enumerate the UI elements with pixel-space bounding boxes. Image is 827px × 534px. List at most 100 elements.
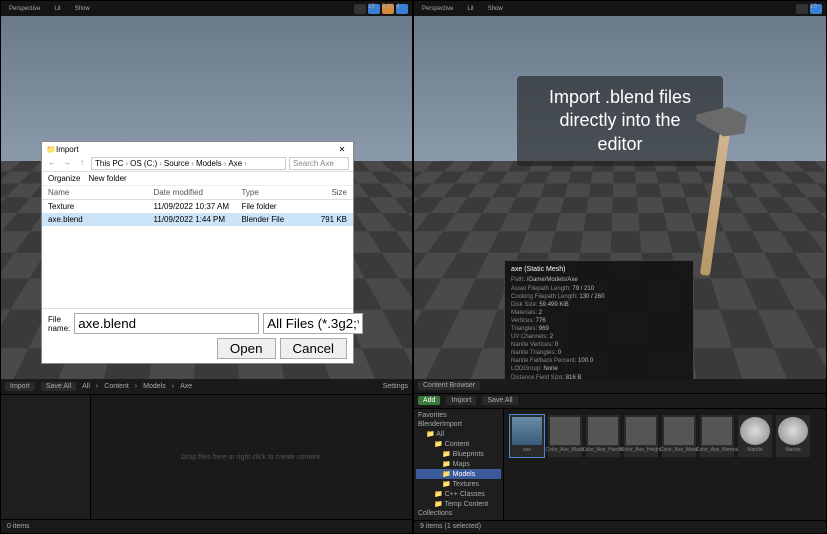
tooltip-row: Nanite Triangles: 0: [511, 349, 687, 357]
tooltip-row: Distance Field Size: 816 B: [511, 374, 687, 379]
import-file-dialog: 📁 Import ✕ ← → ↑ This PC› OS (C:)› Sourc…: [41, 141, 354, 364]
toolbar-right-chips: 10 0.20 4: [354, 4, 408, 14]
file-list: Name Date modified Type Size Texture 11/…: [42, 186, 353, 308]
crumb[interactable]: All: [82, 383, 90, 390]
filetype-filter[interactable]: [263, 313, 363, 334]
filename-label: File name:: [48, 315, 70, 333]
newfolder-button[interactable]: New folder: [88, 174, 126, 183]
cb-tabbar: Content Browser: [414, 379, 826, 394]
nav-up-icon[interactable]: ↑: [76, 158, 88, 170]
asset-thumbnail[interactable]: Color_Axe_Handle: [586, 415, 620, 457]
lit-dropdown[interactable]: Lit: [463, 5, 477, 13]
open-button[interactable]: Open: [217, 338, 276, 359]
axe-mesh[interactable]: [686, 86, 746, 276]
perspective-dropdown[interactable]: Perspective: [418, 5, 457, 13]
tree-item[interactable]: 📁 Models: [416, 469, 501, 479]
tree-item[interactable]: 📁 Textures: [416, 479, 501, 489]
col-date[interactable]: Date modified: [154, 188, 242, 197]
grid-snap-chip[interactable]: 10: [368, 4, 380, 14]
axe-handle: [700, 116, 732, 276]
angle-snap-chip[interactable]: 0.20: [382, 4, 394, 14]
tree-item[interactable]: 📁 Temp Content: [416, 499, 501, 509]
file-type: Blender File: [241, 215, 303, 224]
import-button[interactable]: Import: [446, 396, 476, 405]
breadcrumb-seg[interactable]: OS (C:): [130, 159, 157, 168]
cb-tree[interactable]: Favorites BlenderImport 📁 All📁 Content📁 …: [414, 409, 504, 520]
import-button[interactable]: Import: [5, 382, 35, 391]
add-button[interactable]: Add: [418, 396, 440, 405]
settings-button[interactable]: Settings: [383, 383, 408, 390]
viewport-3d[interactable]: Import .blend files directly into the ed…: [414, 16, 826, 379]
favorites-header[interactable]: Favorites: [416, 411, 501, 420]
crumb[interactable]: Content: [104, 383, 129, 390]
asset-thumbnail[interactable]: Color_Axe_Normal: [700, 415, 734, 457]
content-browser-left: Import Save All All› Content› Models› Ax…: [1, 379, 412, 533]
tree-item[interactable]: 📁 Blueprints: [416, 449, 501, 459]
breadcrumb-seg[interactable]: Source: [164, 159, 189, 168]
breadcrumb-seg[interactable]: This PC: [95, 159, 123, 168]
show-dropdown[interactable]: Show: [484, 5, 507, 13]
perspective-dropdown[interactable]: Perspective: [5, 5, 44, 13]
dialog-titlebar: 📁 Import ✕: [42, 142, 353, 156]
asset-thumbnail[interactable]: Color_Axe_Height: [624, 415, 658, 457]
tooltip-row: Materials: 2: [511, 309, 687, 317]
asset-thumbnail[interactable]: axe: [510, 415, 544, 457]
tree-item[interactable]: 📁 All: [416, 429, 501, 439]
tree-item[interactable]: 📁 C++ Classes: [416, 489, 501, 499]
tooltip-row: UV Channels: 2: [511, 333, 687, 341]
cb-empty-area[interactable]: Drop files here or right click to create…: [91, 395, 412, 519]
empty-hint: Drop files here or right click to create…: [181, 454, 322, 461]
breadcrumb-seg[interactable]: Models: [196, 159, 222, 168]
snap-icon[interactable]: [796, 4, 808, 14]
col-type[interactable]: Type: [241, 188, 303, 197]
file-size: [303, 202, 347, 211]
file-date: 11/09/2022 1:44 PM: [154, 215, 242, 224]
show-dropdown[interactable]: Show: [71, 5, 94, 13]
list-item[interactable]: axe.blend 11/09/2022 1:44 PM Blender Fil…: [42, 213, 353, 226]
tooltip-row: Asset Filepath Length: 79 / 210: [511, 285, 687, 293]
cancel-button[interactable]: Cancel: [280, 338, 348, 359]
breadcrumb[interactable]: This PC› OS (C:)› Source› Models› Axe›: [91, 157, 286, 170]
asset-thumbnail[interactable]: Marble: [776, 415, 810, 457]
col-name[interactable]: Name: [48, 188, 154, 197]
organize-menu[interactable]: Organize: [48, 174, 80, 183]
saveall-button[interactable]: Save All: [482, 396, 517, 405]
crumb[interactable]: Axe: [180, 383, 192, 390]
list-item[interactable]: Texture 11/09/2022 10:37 AM File folder: [42, 200, 353, 213]
snap-icon[interactable]: [354, 4, 366, 14]
tooltip-title: axe (Static Mesh): [511, 265, 687, 274]
viewport-3d[interactable]: 📁 Import ✕ ← → ↑ This PC› OS (C:)› Sourc…: [1, 16, 412, 379]
asset-thumbnail[interactable]: Color_Axe_Metal: [662, 415, 696, 457]
tree-item[interactable]: 📁 Maps: [416, 459, 501, 469]
breadcrumb-seg[interactable]: Axe: [228, 159, 242, 168]
cb-tab[interactable]: Content Browser: [418, 381, 480, 390]
file-name: axe.blend: [48, 215, 154, 224]
asset-thumbnail[interactable]: Color_Axe_Blade: [548, 415, 582, 457]
nav-forward-icon[interactable]: →: [61, 158, 73, 170]
file-size: 791 KB: [303, 215, 347, 224]
tooltip-row: Disk Size: 59.499 KiB: [511, 301, 687, 309]
overlay-line2: directly into the editor: [535, 109, 705, 156]
filename-input[interactable]: [74, 313, 259, 334]
cb-asset-grid[interactable]: axeColor_Axe_BladeColor_Axe_HandleColor_…: [504, 409, 826, 520]
dialog-nav: ← → ↑ This PC› OS (C:)› Source› Models› …: [42, 156, 353, 172]
collections-header[interactable]: Collections: [416, 509, 501, 518]
asset-thumbnail[interactable]: Marble: [738, 415, 772, 457]
dialog-title: Import: [56, 145, 79, 154]
nav-back-icon[interactable]: ←: [46, 158, 58, 170]
col-size[interactable]: Size: [303, 188, 347, 197]
crumb[interactable]: Models: [143, 383, 166, 390]
close-icon[interactable]: ✕: [335, 145, 349, 154]
search-input[interactable]: Search Axe: [289, 157, 349, 170]
cb-sidebar[interactable]: [1, 395, 91, 519]
tooltip-row: LODGroup: None: [511, 365, 687, 373]
project-root[interactable]: BlenderImport: [416, 420, 501, 429]
lit-dropdown[interactable]: Lit: [50, 5, 64, 13]
folder-icon: 📁: [46, 145, 56, 154]
saveall-button[interactable]: Save All: [41, 382, 76, 391]
scale-snap-chip[interactable]: 4: [396, 4, 408, 14]
tree-item[interactable]: 📁 Content: [416, 439, 501, 449]
grid-snap-chip[interactable]: 10: [810, 4, 822, 14]
list-header: Name Date modified Type Size: [42, 186, 353, 200]
overlay-line1: Import .blend files: [535, 86, 705, 109]
